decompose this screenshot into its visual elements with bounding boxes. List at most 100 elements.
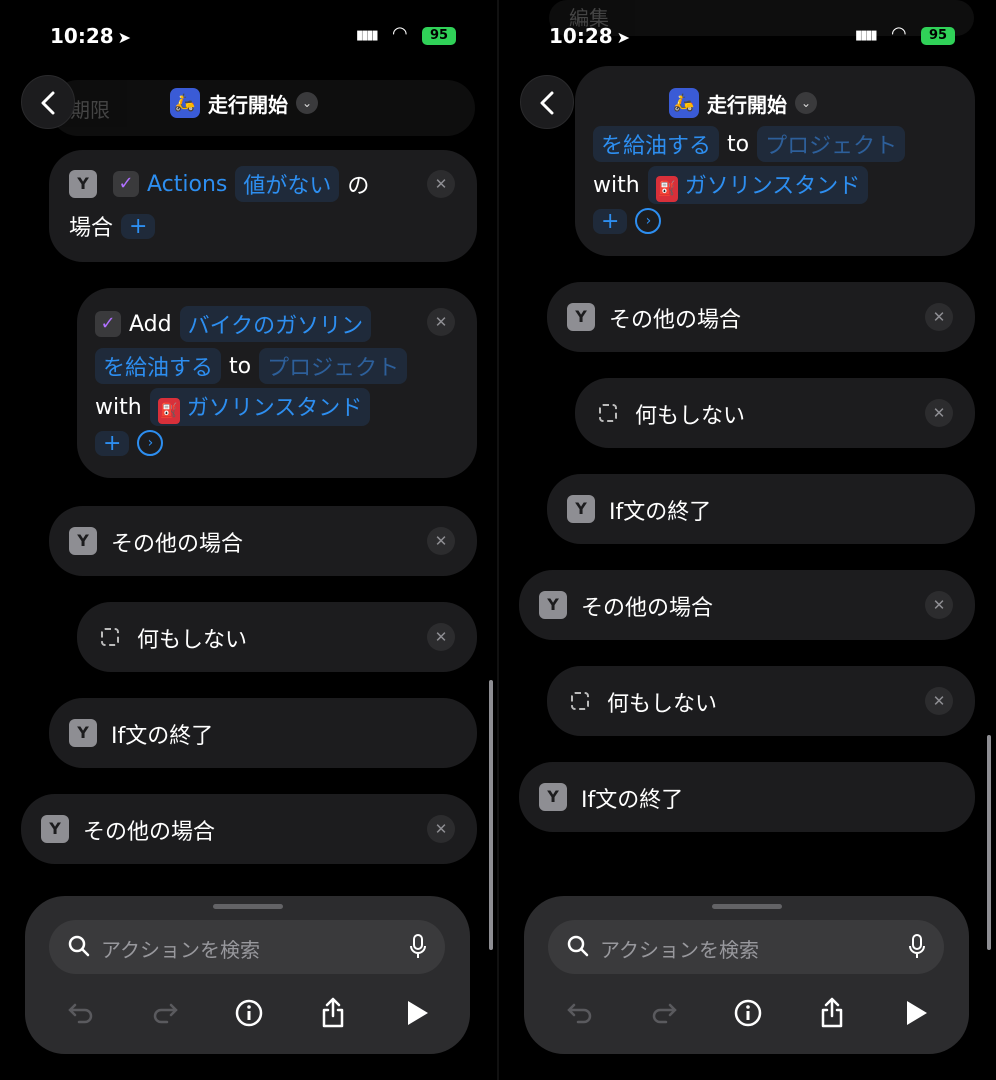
scrollbar[interactable]	[489, 680, 493, 950]
otherwise-card[interactable]: Y その他の場合 ✕	[49, 506, 477, 576]
redo-button[interactable]	[145, 993, 185, 1033]
item-chip-line2[interactable]: を給油する	[95, 348, 222, 384]
battery-icon: 95	[422, 27, 456, 45]
chevron-left-icon	[540, 91, 554, 115]
fuel-pump-icon: ⛽	[157, 398, 180, 424]
run-button[interactable]	[896, 993, 936, 1033]
branch-icon: Y	[69, 719, 97, 747]
chevron-left-icon	[41, 91, 55, 115]
close-icon[interactable]: ✕	[427, 308, 455, 336]
condition-chip[interactable]: 値がない	[235, 166, 340, 202]
search-icon	[567, 935, 589, 957]
info-button[interactable]	[728, 993, 768, 1033]
branch-icon: Y	[567, 495, 595, 523]
action-sheet: アクションを検索	[524, 896, 969, 1054]
end-if-label: If文の終了	[609, 500, 712, 525]
background-label: 期限	[70, 98, 110, 122]
add-line-2: を給油する to プロジェクト	[95, 348, 408, 384]
redo-icon	[652, 1003, 677, 1024]
undo-button[interactable]	[560, 993, 600, 1033]
search-field[interactable]: アクションを検索	[49, 920, 445, 974]
scooter-icon: 🛵	[170, 88, 200, 118]
item-chip-line2[interactable]: を給油する	[593, 126, 720, 162]
end-if-card[interactable]: Y If文の終了	[547, 474, 975, 544]
nothing-card-outer[interactable]: 何もしない ✕	[547, 666, 975, 736]
add-action-card[interactable]: ✓ Add バイクのガソリン を給油する to プロジェクト with ⛽ ガソ…	[77, 288, 477, 478]
otherwise-card[interactable]: Y その他の場合 ✕	[547, 282, 975, 352]
undo-icon	[68, 1003, 93, 1024]
chevron-down-icon[interactable]: ⌄	[795, 92, 817, 114]
nothing-card[interactable]: 何もしない ✕	[575, 378, 975, 448]
status-time: 10:28 ➤	[50, 24, 132, 48]
info-button[interactable]	[229, 993, 269, 1033]
branch-icon: Y	[539, 783, 567, 811]
scrollbar[interactable]	[987, 735, 991, 950]
search-placeholder: アクションを検索	[600, 938, 759, 962]
scooter-icon: 🛵	[669, 88, 699, 118]
cellular-icon: ▮▮▮▮	[356, 28, 379, 43]
to-word: to	[229, 353, 252, 379]
nothing-card[interactable]: 何もしない ✕	[77, 602, 477, 672]
close-icon[interactable]: ✕	[427, 170, 455, 198]
project-placeholder[interactable]: プロジェクト	[757, 126, 906, 162]
close-icon[interactable]: ✕	[427, 527, 455, 555]
project-placeholder[interactable]: プロジェクト	[259, 348, 408, 384]
undo-icon	[567, 1003, 592, 1024]
expand-arrow-icon[interactable]: ›	[137, 430, 164, 456]
shortcut-title[interactable]: 🛵 走行開始 ⌄	[170, 86, 318, 120]
item-chip-line1[interactable]: バイクのガソリン	[179, 306, 372, 342]
tag-chip[interactable]: ⛽ ガソリンスタンド	[647, 166, 869, 204]
actions-variable[interactable]: Actions	[147, 172, 227, 197]
nothing-label: 何もしない	[137, 628, 248, 653]
particle-text: の	[347, 174, 370, 199]
dashed-square-icon	[101, 628, 119, 646]
end-if-label: If文の終了	[111, 724, 214, 749]
expand-arrow-icon[interactable]: ›	[635, 208, 662, 234]
shortcut-title[interactable]: 🛵 走行開始 ⌄	[669, 86, 817, 120]
back-button[interactable]	[520, 75, 574, 129]
microphone-icon[interactable]	[908, 934, 926, 960]
otherwise-label: その他の場合	[581, 596, 714, 621]
branch-icon: Y	[567, 303, 595, 331]
sheet-grabber[interactable]	[712, 904, 782, 909]
end-if-card[interactable]: Y If文の終了	[49, 698, 477, 768]
search-icon	[68, 935, 90, 957]
close-icon[interactable]: ✕	[925, 399, 953, 427]
back-button[interactable]	[21, 75, 75, 129]
undo-button[interactable]	[61, 993, 101, 1033]
end-if-card-outer[interactable]: Y If文の終了	[519, 762, 975, 832]
cellular-icon: ▮▮▮▮	[855, 28, 878, 43]
close-icon[interactable]: ✕	[925, 687, 953, 715]
share-button[interactable]	[313, 993, 353, 1033]
if-suffix: 場合	[69, 216, 114, 241]
search-field[interactable]: アクションを検索	[548, 920, 944, 974]
share-button[interactable]	[812, 993, 852, 1033]
run-button[interactable]	[397, 993, 437, 1033]
add-condition-button[interactable]: +	[121, 213, 156, 239]
branch-icon: Y	[539, 591, 567, 619]
info-icon	[734, 999, 762, 1027]
screenshot-left: 期限 10:28 ➤ ▮▮▮▮ ◠ 95 🛵 走行開始 ⌄ Y ✓ Actions…	[0, 0, 497, 1080]
add-parameter-button[interactable]: +	[593, 208, 628, 234]
add-parameter-button[interactable]: +	[95, 430, 130, 456]
tag-chip[interactable]: ⛽ ガソリンスタンド	[149, 388, 371, 426]
end-if-label: If文の終了	[581, 788, 684, 813]
close-icon[interactable]: ✕	[925, 303, 953, 331]
add-line-1: ✓ Add バイクのガソリン	[95, 306, 372, 342]
close-icon[interactable]: ✕	[427, 623, 455, 651]
sheet-grabber[interactable]	[213, 904, 283, 909]
chevron-down-icon[interactable]: ⌄	[296, 92, 318, 114]
close-icon[interactable]: ✕	[925, 591, 953, 619]
microphone-icon[interactable]	[409, 934, 427, 960]
with-word: with	[95, 394, 142, 420]
if-condition-line: ✓ Actions 値がない の	[113, 166, 369, 202]
otherwise-card-outer[interactable]: Y その他の場合 ✕	[21, 794, 477, 864]
otherwise-card-outer[interactable]: Y その他の場合 ✕	[519, 570, 975, 640]
screenshot-right: 編集 10:28 ➤ ▮▮▮▮ ◠ 95 を給油する to プロジェクト with…	[499, 0, 996, 1080]
if-action-card[interactable]: Y ✓ Actions 値がない の 場合 + ✕	[49, 150, 477, 262]
status-bar: 10:28 ➤ ▮▮▮▮ ◠ 95	[0, 22, 497, 52]
close-icon[interactable]: ✕	[427, 815, 455, 843]
redo-button[interactable]	[644, 993, 684, 1033]
dashed-square-icon	[599, 404, 617, 422]
title-text: 走行開始	[707, 92, 787, 117]
